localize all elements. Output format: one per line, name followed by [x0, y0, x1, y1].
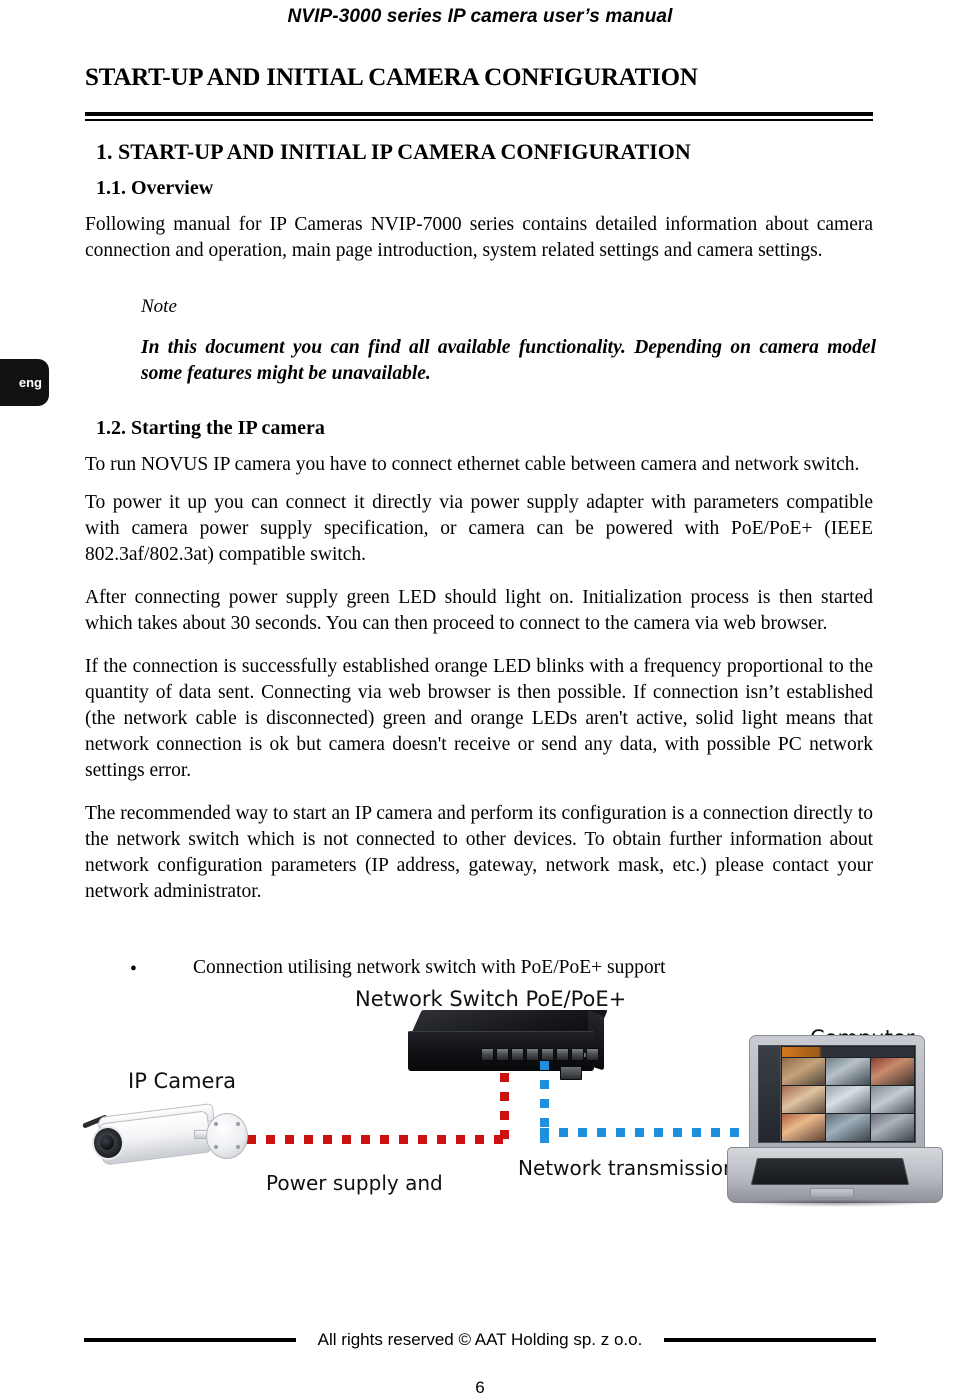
camera-tile: [826, 1114, 870, 1141]
page-title: START-UP AND INITIAL CAMERA CONFIGURATIO…: [85, 64, 698, 91]
paragraph-5: The recommended way to start an IP camer…: [85, 803, 873, 902]
footer-rule-right: [664, 1338, 877, 1342]
camera-tile: [870, 1058, 914, 1085]
switch-port-row: [481, 1048, 599, 1061]
laptop-shadow: [737, 1199, 935, 1207]
laptop-base: [727, 1147, 943, 1203]
document-body: START-UP AND INITIAL CAMERA CONFIGURATIO…: [0, 64, 876, 983]
camera-mount-bolt: [236, 1145, 240, 1149]
footer-rule-left: [83, 1338, 296, 1342]
diagram-label-network-line: Network transmission: [518, 1156, 736, 1180]
heading-section-1: 1. START-UP AND INITIAL IP CAMERA CONFIG…: [96, 139, 691, 164]
heading-section-1-2: 1.2. Starting the IP camera: [96, 417, 325, 439]
camera-mount-bolt: [214, 1122, 218, 1126]
diagram-label-switch: Network Switch PoE/PoE+: [355, 987, 627, 1011]
network-switch-graphic: [408, 1010, 608, 1080]
connection-diagram: Network Switch PoE/PoE+ Computer IP Came…: [0, 975, 960, 1305]
page-footer: All rights reserved © AAT Holding sp. z …: [0, 1330, 960, 1398]
language-tab-eng[interactable]: eng: [0, 359, 49, 406]
power-line-horizontal: [228, 1135, 509, 1144]
camera-mount-bolt: [236, 1122, 240, 1126]
paragraph-1: To run NOVUS IP camera you have to conne…: [85, 454, 860, 475]
paragraph-3: After connecting power supply green LED …: [85, 587, 873, 634]
language-tab-label: eng: [18, 375, 42, 390]
laptop-screen-camera-grid: [781, 1046, 915, 1142]
paragraph-4: If the connection is successfully establ…: [85, 656, 873, 781]
switch-port: [481, 1048, 494, 1061]
camera-tile: [782, 1086, 826, 1113]
page-number: 6: [475, 1378, 485, 1397]
camera-lens-inner: [99, 1134, 115, 1151]
heading-section-1-1: 1.1. Overview: [96, 177, 214, 199]
camera-tile: [870, 1114, 914, 1141]
note-block: Note In this document you can find all a…: [141, 296, 876, 387]
switch-port: [511, 1048, 524, 1061]
computer-laptop-graphic: [727, 1035, 943, 1211]
switch-port: [541, 1048, 554, 1061]
switch-uplink-port: [560, 1066, 582, 1080]
switch-port: [556, 1048, 569, 1061]
paragraph-overview: Following manual for IP Cameras NVIP-700…: [85, 214, 873, 261]
switch-port: [526, 1048, 539, 1061]
laptop-lid: [749, 1035, 925, 1153]
note-label: Note: [141, 296, 177, 317]
laptop-screen-sidebar: [759, 1046, 781, 1142]
title-divider: [85, 112, 873, 121]
laptop-screen-toolbar: [782, 1047, 914, 1057]
diagram-label-camera: IP Camera: [128, 1069, 236, 1093]
camera-tile: [782, 1058, 826, 1085]
laptop-screen: [758, 1045, 916, 1143]
camera-tile: [826, 1086, 870, 1113]
camera-mount-bolt: [214, 1145, 218, 1149]
laptop-keyboard: [750, 1158, 910, 1186]
switch-port: [586, 1048, 599, 1061]
camera-tile: [782, 1114, 826, 1141]
power-line-vertical: [500, 1073, 509, 1143]
paragraph-2: To power it up you can connect it direct…: [85, 492, 873, 565]
switch-port: [571, 1048, 584, 1061]
camera-tile: [826, 1058, 870, 1085]
note-text: In this document you can find all availa…: [141, 337, 876, 384]
camera-tile: [870, 1086, 914, 1113]
switch-port: [496, 1048, 509, 1061]
laptop-touchpad: [810, 1188, 854, 1198]
running-header: NVIP-3000 series IP camera user’s manual: [287, 6, 673, 27]
footer-copyright: All rights reserved © AAT Holding sp. z …: [317, 1330, 643, 1349]
camera-mount: [206, 1113, 248, 1159]
ip-camera-graphic: [78, 1097, 248, 1182]
diagram-label-power-line: Power supply and: [266, 1171, 443, 1195]
